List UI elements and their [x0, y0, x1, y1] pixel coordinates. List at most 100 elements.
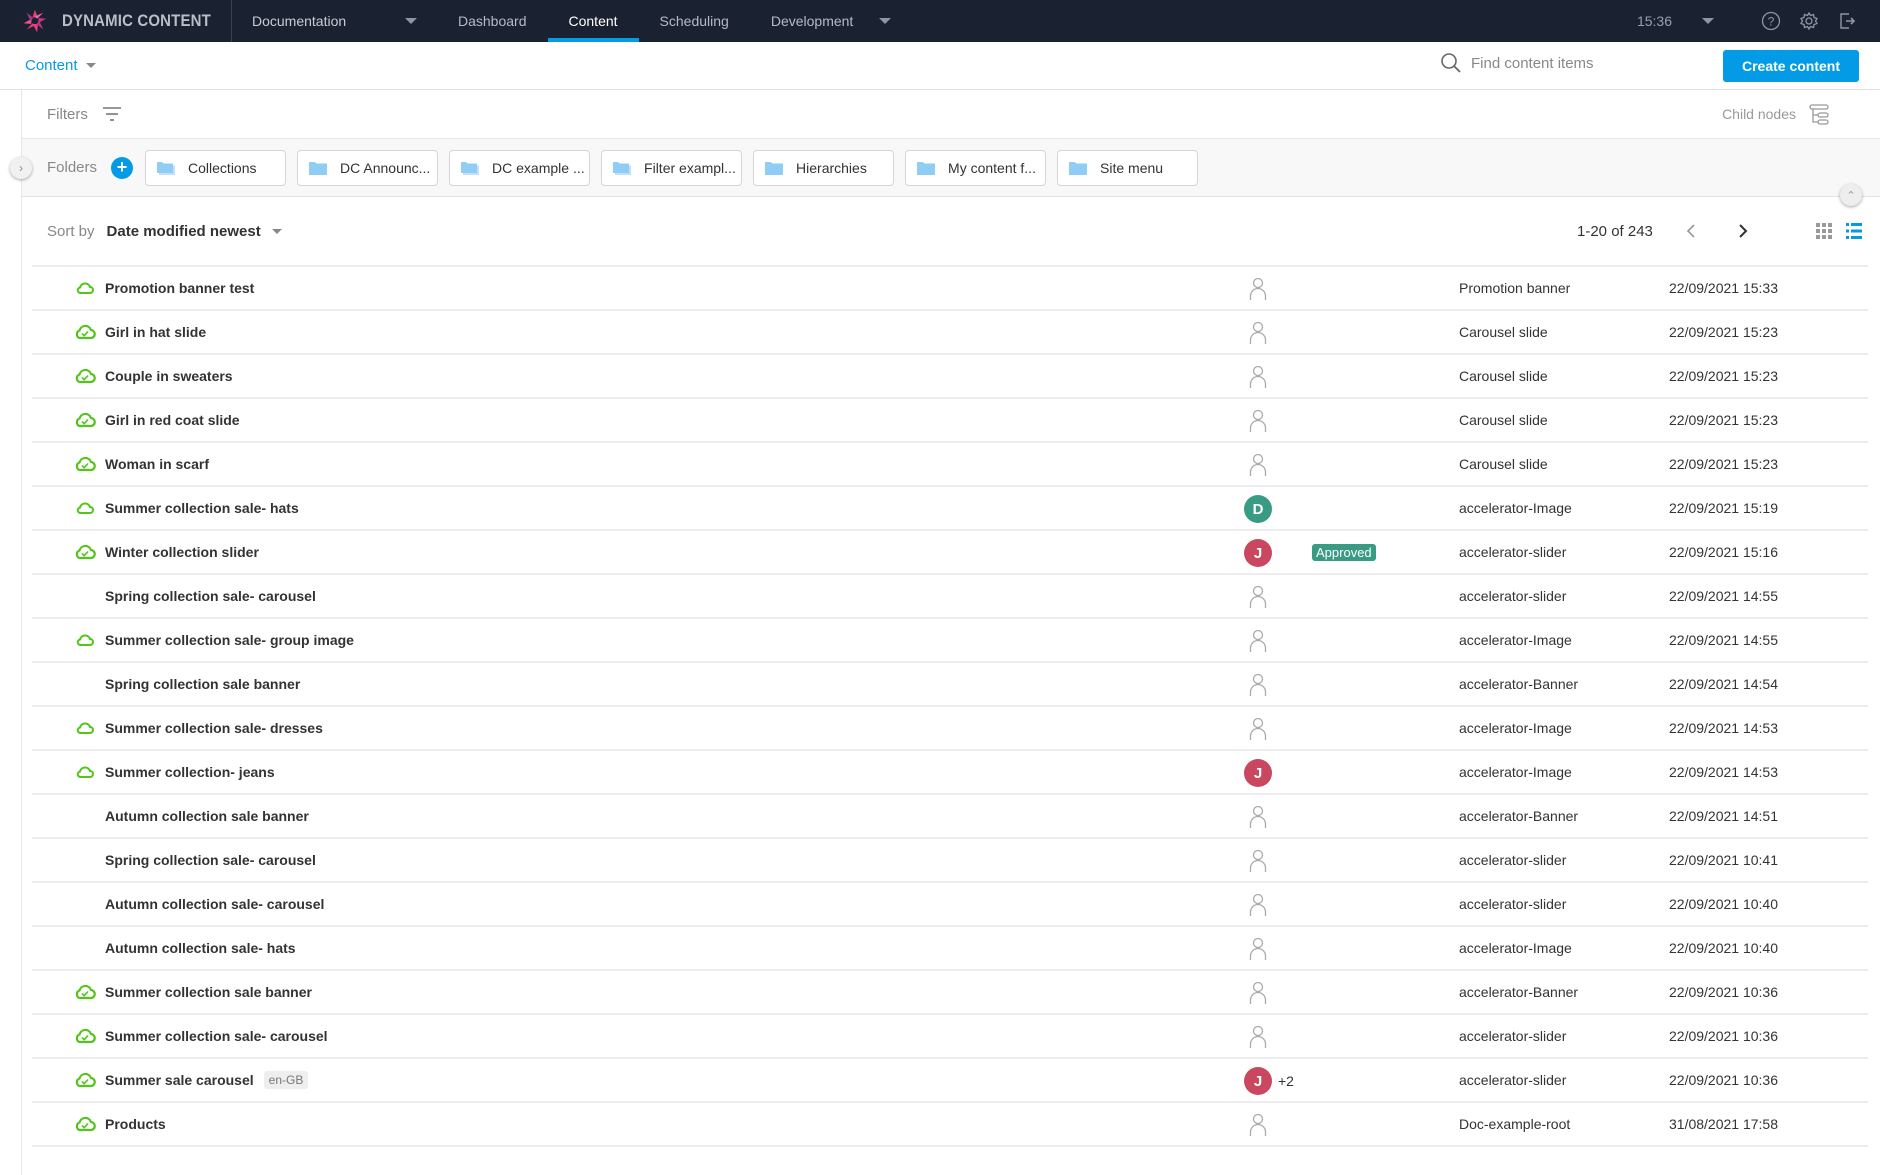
- assignee[interactable]: [1244, 627, 1272, 655]
- content-item-row[interactable]: Spring collection sale- carousel acceler…: [32, 839, 1868, 883]
- assignee[interactable]: [1244, 935, 1272, 963]
- content-item-title: Promotion banner test: [105, 280, 255, 296]
- content-item-name: Spring collection sale- carousel: [105, 852, 316, 868]
- content-section-dropdown[interactable]: Content: [25, 57, 96, 74]
- content-item-row[interactable]: Winter collection slider J accelerator-s…: [32, 531, 1868, 575]
- sort-dropdown[interactable]: Date modified newest: [107, 223, 282, 240]
- development-menu-toggle[interactable]: [879, 18, 892, 24]
- filter-icon[interactable]: [102, 106, 122, 122]
- content-item-row[interactable]: Products Doc-example-root 31/08/2021 17:…: [32, 1103, 1868, 1147]
- assignee[interactable]: [1244, 1111, 1272, 1139]
- assignee[interactable]: [1244, 1023, 1272, 1051]
- folders-label: Folders: [47, 159, 98, 176]
- date-modified: 22/09/2021 14:53: [1669, 720, 1778, 736]
- content-type: Carousel slide: [1459, 456, 1548, 472]
- published-cloud-icon: [75, 984, 96, 1000]
- previous-page-button[interactable]: [1683, 224, 1699, 238]
- content-item-row[interactable]: Promotion banner test Promotion banner 2…: [32, 267, 1868, 311]
- assignee[interactable]: [1244, 319, 1272, 347]
- date-modified: 22/09/2021 15:33: [1669, 280, 1778, 296]
- brand[interactable]: DYNAMIC CONTENT: [0, 0, 232, 42]
- content-item-name: Autumn collection sale- carousel: [105, 896, 324, 912]
- content-item-title: Woman in scarf: [105, 456, 209, 472]
- folder-icon: [1069, 161, 1088, 175]
- assignee[interactable]: [1244, 891, 1272, 919]
- chevron-right-icon: [1739, 224, 1748, 238]
- avatar[interactable]: J: [1244, 539, 1272, 567]
- timezone-dropdown-icon[interactable]: [1702, 18, 1714, 24]
- clock: 15:36: [1636, 13, 1672, 29]
- expand-sidebar-button[interactable]: ›: [10, 157, 32, 179]
- tab-dashboard[interactable]: Dashboard: [437, 0, 548, 42]
- content-item-row[interactable]: Spring collection sale- carousel acceler…: [32, 575, 1868, 619]
- create-content-button[interactable]: Create content: [1723, 50, 1859, 82]
- content-item-row[interactable]: Autumn collection sale- carousel acceler…: [32, 883, 1868, 927]
- folder-chip[interactable]: My content f...: [905, 149, 1047, 186]
- content-item-row[interactable]: Summer collection sale- dresses accelera…: [32, 707, 1868, 751]
- search-input[interactable]: [1471, 54, 1671, 72]
- content-item-row[interactable]: Summer collection- jeans J accelerator-I…: [32, 751, 1868, 795]
- tab-scheduling[interactable]: Scheduling: [639, 0, 750, 42]
- content-item-title: Spring collection sale banner: [105, 676, 301, 692]
- hub-selector[interactable]: Documentation: [232, 0, 437, 42]
- avatar[interactable]: J: [1244, 1067, 1272, 1095]
- assignee[interactable]: [1244, 671, 1272, 699]
- folder-chip[interactable]: Hierarchies: [753, 149, 895, 186]
- content-item-row[interactable]: Autumn collection sale banner accelerato…: [32, 795, 1868, 839]
- assignee[interactable]: J: [1244, 759, 1272, 787]
- settings-gear-icon[interactable]: [1798, 10, 1820, 32]
- folder-chip[interactable]: DC Announc...: [297, 149, 439, 186]
- content-item-row[interactable]: Girl in hat slide Carousel slide 22/09/2…: [32, 311, 1868, 355]
- assignee[interactable]: D: [1244, 495, 1272, 523]
- content-item-row[interactable]: Summer collection sale banner accelerato…: [32, 971, 1868, 1015]
- assignee[interactable]: [1244, 847, 1272, 875]
- content-item-row[interactable]: Couple in sweaters Carousel slide 22/09/…: [32, 355, 1868, 399]
- date-modified: 22/09/2021 15:23: [1669, 412, 1778, 428]
- tab-label: Development: [770, 13, 854, 29]
- logout-icon[interactable]: [1836, 10, 1858, 32]
- tab-development[interactable]: Development: [750, 0, 906, 42]
- assignee[interactable]: J: [1244, 539, 1272, 567]
- content-item-row[interactable]: Girl in red coat slide Carousel slide 22…: [32, 399, 1868, 443]
- help-icon[interactable]: ?: [1760, 10, 1782, 32]
- assignee[interactable]: J +2: [1244, 1067, 1294, 1095]
- chevron-right-icon: ›: [19, 161, 23, 175]
- list-view-button[interactable]: [1846, 223, 1862, 239]
- assignee[interactable]: [1244, 803, 1272, 831]
- content-item-row[interactable]: Summer sale carousel en-GB J +2 accelerat…: [32, 1059, 1868, 1103]
- content-item-row[interactable]: Spring collection sale banner accelerato…: [32, 663, 1868, 707]
- tab-content[interactable]: Content: [547, 0, 639, 42]
- filters-bar: Filters Child nodes: [22, 90, 1880, 139]
- content-item-row[interactable]: Summer collection sale- carousel acceler…: [32, 1015, 1868, 1059]
- grid-view-button[interactable]: [1816, 223, 1832, 239]
- content-item-row[interactable]: Summer collection sale- hats D accelerat…: [32, 487, 1868, 531]
- content-item-name: Products: [105, 1116, 166, 1132]
- assignee[interactable]: [1244, 715, 1272, 743]
- assignee[interactable]: [1244, 363, 1272, 391]
- avatar[interactable]: J: [1244, 759, 1272, 787]
- brand-name: DYNAMIC CONTENT: [61, 11, 211, 30]
- child-nodes-toggle[interactable]: Child nodes: [1722, 103, 1830, 125]
- folder-chip[interactable]: Collections: [145, 149, 287, 186]
- content-item-row[interactable]: Summer collection sale- group image acce…: [32, 619, 1868, 663]
- assignee[interactable]: [1244, 451, 1272, 479]
- avatar[interactable]: D: [1244, 495, 1272, 523]
- content-item-row[interactable]: Autumn collection sale- hats accelerator…: [32, 927, 1868, 971]
- collapse-folders-button[interactable]: ⌃: [1840, 184, 1862, 206]
- folder-chip[interactable]: Filter exampl...: [601, 149, 743, 186]
- content-item-name: Spring collection sale- carousel: [105, 588, 316, 604]
- folder-chip[interactable]: Site menu: [1057, 149, 1199, 186]
- folder-name: DC Announc...: [340, 159, 431, 176]
- assignee[interactable]: [1244, 275, 1272, 303]
- add-folder-button[interactable]: +: [111, 156, 134, 179]
- folder-chip[interactable]: DC example ...: [449, 149, 591, 186]
- content-type: accelerator-Image: [1459, 632, 1572, 648]
- content-item-row[interactable]: Woman in scarf Carousel slide 22/09/2021…: [32, 443, 1868, 487]
- next-page-button[interactable]: [1735, 224, 1751, 238]
- published-cloud-icon: [75, 1116, 96, 1132]
- assignee[interactable]: [1244, 407, 1272, 435]
- assignee[interactable]: [1244, 979, 1272, 1007]
- locale-badge: en-GB: [263, 1071, 309, 1089]
- folder-list: Collections DC Announc... DC example ...…: [145, 149, 1209, 186]
- assignee[interactable]: [1244, 583, 1272, 611]
